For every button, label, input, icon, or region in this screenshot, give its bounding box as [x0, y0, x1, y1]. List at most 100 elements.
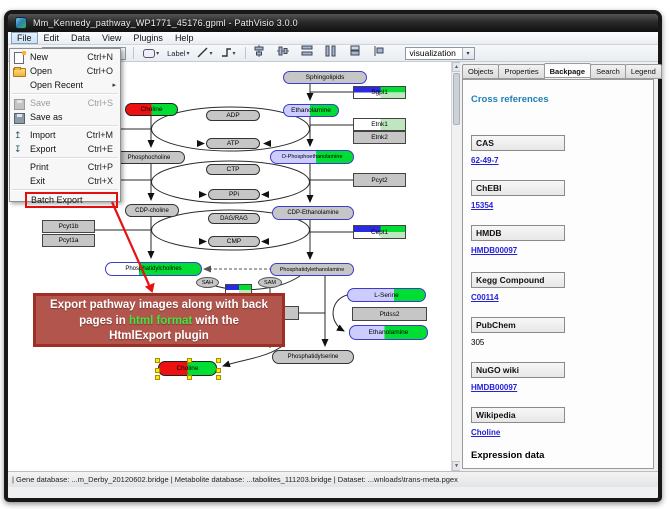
chevron-down-icon[interactable]: ▾ [156, 50, 159, 57]
xref-section-pubchem: PubChem305 [471, 317, 653, 347]
menu-data[interactable]: Data [65, 32, 96, 44]
xref-link[interactable]: C00114 [471, 293, 653, 302]
node-cept1[interactable]: Cept1 [353, 225, 406, 239]
xref-link[interactable]: HMDB00097 [471, 246, 653, 255]
file-menu-item-save-as[interactable]: Save as [10, 110, 120, 124]
node-cdp-choline[interactable]: CDP-choline [125, 204, 179, 217]
node-sam[interactable]: SAM [258, 277, 282, 288]
align-center-y-icon[interactable] [277, 44, 289, 62]
align-center-x-icon[interactable] [253, 44, 265, 62]
title-bar[interactable]: Mm_Kennedy_pathway_WP1771_45176.gpml - P… [8, 14, 658, 32]
tab-search[interactable]: Search [590, 64, 626, 79]
node-sphingolipids[interactable]: Sphingolipids [283, 71, 367, 84]
menu-item-label: Save as [30, 112, 120, 122]
xref-link[interactable]: 15354 [471, 201, 653, 210]
menu-help[interactable]: Help [169, 32, 200, 44]
file-menu-item-exit[interactable]: ExitCtrl+X [10, 174, 120, 188]
chevron-down-icon[interactable]: ▾ [186, 50, 189, 57]
node-pcyt2[interactable]: Pcyt2 [353, 173, 406, 187]
node-sah[interactable]: SAH [196, 277, 219, 288]
menu-plugins[interactable]: Plugins [127, 32, 169, 44]
open-folder-icon [13, 66, 25, 77]
file-menu-item-open[interactable]: OpenCtrl+O [10, 64, 120, 78]
stack-horizontal-icon[interactable] [373, 44, 385, 62]
menu-separator [12, 125, 118, 127]
menu-item-shortcut: Ctrl+S [88, 98, 113, 108]
xref-link[interactable]: 62-49-7 [471, 156, 653, 165]
node-etnk1[interactable]: Etnk1 [353, 118, 406, 131]
file-menu-item-save[interactable]: SaveCtrl+S [10, 96, 120, 110]
node-choline[interactable]: Choline [125, 103, 178, 116]
node-ctp[interactable]: CTP [206, 164, 260, 175]
chevron-down-icon[interactable]: ▾ [233, 50, 236, 57]
file-menu-item-import[interactable]: ↥ImportCtrl+M [10, 128, 120, 142]
selection-handle[interactable] [187, 358, 192, 363]
menu-item-label: Export [30, 144, 88, 154]
pathvisio-window: Mm_Kennedy_pathway_WP1771_45176.gpml - P… [4, 10, 662, 502]
menu-file[interactable]: File [11, 32, 38, 44]
xref-link[interactable]: HMDB00097 [471, 383, 653, 392]
node-o-phosphoethanolamine[interactable]: O-Phosphoethanolamine [270, 150, 354, 164]
distribute-columns-icon[interactable] [325, 44, 337, 62]
insert-buttons-group: ▾Label▾▾▾ [141, 47, 237, 60]
visualization-combobox[interactable]: visualization ▾ [405, 47, 475, 60]
selection-handle[interactable] [216, 358, 221, 363]
side-panel: ObjectsPropertiesBackpageSearchLegend Cr… [460, 62, 658, 471]
menu-item-shortcut: Ctrl+N [87, 52, 113, 62]
selection-handle[interactable] [155, 375, 160, 380]
file-menu-item-new[interactable]: NewCtrl+N [10, 50, 120, 64]
node-choline[interactable]: Choline [158, 361, 217, 376]
node-adp[interactable]: ADP [206, 110, 260, 121]
node-dag-rag[interactable]: DAG/RAG [208, 213, 260, 224]
node-atp[interactable]: ATP [206, 138, 260, 149]
node-phosphatidylcholines[interactable]: Phosphatidylcholines [105, 262, 202, 276]
datanode-button[interactable]: ▾ [141, 47, 161, 60]
node-ethanolamine[interactable]: Ethanolamine [283, 104, 339, 117]
file-menu-item-batch-export[interactable]: Batch Export [25, 192, 118, 208]
save-disk-icon [13, 98, 25, 109]
distribute-rows-icon[interactable] [301, 44, 313, 62]
annotation-highlight: html format [129, 315, 192, 327]
selection-handle[interactable] [155, 358, 160, 363]
menu-view[interactable]: View [96, 32, 127, 44]
node-phosphocholine[interactable]: Phosphocholine [113, 151, 185, 164]
align-buttons-group [253, 44, 385, 62]
node-ppi[interactable]: PPi [208, 189, 260, 200]
node-cdp-ethanolamine[interactable]: CDP-Ethanolamine [272, 206, 354, 220]
tab-legend[interactable]: Legend [625, 64, 662, 79]
line-button[interactable]: ▾ [195, 47, 214, 60]
node-phosphatidylserine[interactable]: Phosphatidylserine [272, 350, 354, 364]
file-menu-item-print[interactable]: PrintCtrl+P [10, 160, 120, 174]
node-ptdss2[interactable]: Ptdss2 [352, 307, 427, 321]
selection-handle[interactable] [187, 375, 192, 380]
vertical-scrollbar[interactable]: ▲ ▼ [451, 62, 460, 471]
node-pcyt1b[interactable]: Pcyt1b [42, 220, 95, 233]
menu-edit[interactable]: Edit [38, 32, 66, 44]
node-phosphatidylethanolamine[interactable]: Phosphatidylethanolamine [270, 263, 354, 276]
node-etnk2[interactable]: Etnk2 [353, 131, 406, 144]
file-menu-item-open-recent[interactable]: Open Recent▸ [10, 78, 120, 92]
tab-properties[interactable]: Properties [498, 64, 544, 79]
file-menu-item-export[interactable]: ↧ExportCtrl+E [10, 142, 120, 156]
xref-section-cas: CAS62-49-7 [471, 135, 653, 165]
selection-handle[interactable] [216, 375, 221, 380]
node-cmp[interactable]: CMP [208, 236, 260, 247]
label-button[interactable]: Label▾ [165, 47, 191, 60]
line-icon [197, 47, 208, 60]
vertical-scroll-thumb[interactable] [453, 73, 460, 125]
chevron-down-icon[interactable]: ▾ [462, 48, 474, 59]
xref-link[interactable]: Choline [471, 428, 653, 437]
menu-item-label: Open [30, 66, 87, 76]
selection-handle[interactable] [155, 368, 160, 373]
menu-item-label: New [30, 52, 87, 62]
stack-vertical-icon[interactable] [349, 44, 361, 62]
chevron-down-icon[interactable]: ▾ [209, 50, 212, 57]
node-l-serine[interactable]: L-Serine [347, 288, 426, 302]
node-ethanolamine[interactable]: Ethanolamine [349, 325, 428, 340]
tab-backpage[interactable]: Backpage [544, 63, 591, 78]
selection-handle[interactable] [216, 368, 221, 373]
node-pcyt1a[interactable]: Pcyt1a [42, 234, 95, 247]
node-sgpl1[interactable]: Sgpl1 [353, 86, 406, 99]
connector-button[interactable]: ▾ [219, 47, 238, 60]
tab-objects[interactable]: Objects [462, 64, 499, 79]
